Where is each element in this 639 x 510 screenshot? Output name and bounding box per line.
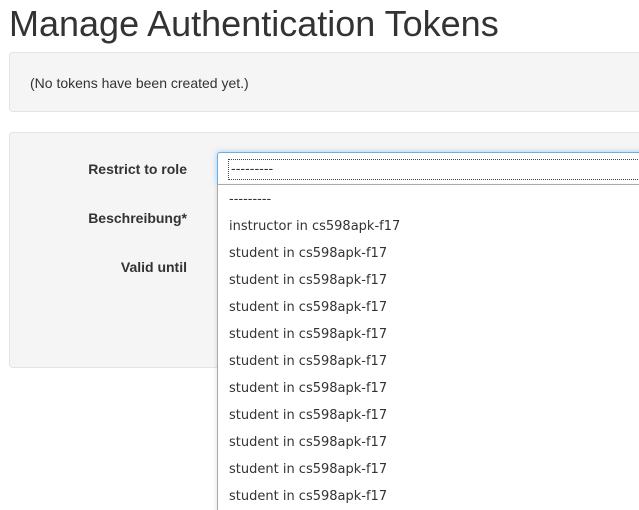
description-label: Beschreibung* xyxy=(88,210,187,226)
role-option[interactable]: student in cs598apk-f17 xyxy=(229,429,387,456)
role-option[interactable]: student in cs598apk-f17 xyxy=(229,375,387,402)
role-option[interactable]: student in cs598apk-f17 xyxy=(229,348,387,375)
role-option[interactable]: student in cs598apk-f17 xyxy=(229,456,387,483)
page-title: Manage Authentication Tokens xyxy=(9,3,499,44)
role-option[interactable]: student in cs598apk-f17 xyxy=(229,483,387,510)
role-option-empty[interactable]: --------- xyxy=(229,186,271,213)
tokens-list-panel: (No tokens have been created yet.) xyxy=(9,52,639,112)
role-select[interactable]: --------- xyxy=(217,152,639,185)
role-option[interactable]: student in cs598apk-f17 xyxy=(229,321,387,348)
valid-until-label: Valid until xyxy=(120,259,187,275)
role-option[interactable]: student in cs598apk-f17 xyxy=(229,267,387,294)
role-label: Restrict to role xyxy=(88,161,187,177)
role-dropdown-list[interactable]: --------- instructor in cs598apk-f17 stude… xyxy=(217,184,639,510)
role-option[interactable]: student in cs598apk-f17 xyxy=(229,402,387,429)
role-select-value: --------- xyxy=(228,159,639,180)
role-option[interactable]: student in cs598apk-f17 xyxy=(229,240,387,267)
role-option[interactable]: instructor in cs598apk-f17 xyxy=(229,213,400,240)
page: Manage Authentication Tokens (No tokens … xyxy=(0,0,639,510)
empty-tokens-message: (No tokens have been created yet.) xyxy=(30,75,249,91)
role-option[interactable]: student in cs598apk-f17 xyxy=(229,294,387,321)
